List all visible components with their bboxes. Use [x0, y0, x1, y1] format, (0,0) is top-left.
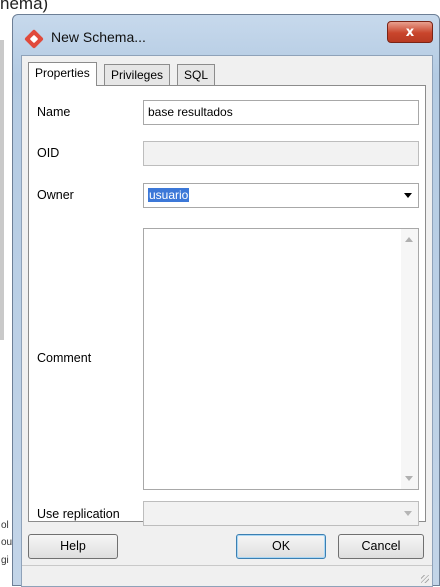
- oid-label: OID: [37, 146, 60, 160]
- use-replication-label: Use replication: [37, 507, 120, 521]
- title-bar: New Schema... x: [13, 15, 439, 55]
- new-schema-dialog: New Schema... x Properties Privileges SQ…: [12, 14, 440, 587]
- cancel-button-label: Cancel: [361, 539, 401, 553]
- tab-label: Privileges: [111, 68, 164, 82]
- scroll-up-arrow-icon[interactable]: [405, 237, 413, 242]
- background-title-fragment: hema): [0, 0, 49, 13]
- help-button[interactable]: Help: [28, 534, 118, 559]
- tab-label: Properties: [35, 66, 90, 80]
- comment-scrollbar[interactable]: [401, 229, 418, 489]
- close-button[interactable]: x: [387, 21, 433, 43]
- cancel-button[interactable]: Cancel: [338, 534, 424, 559]
- status-bar: [22, 565, 432, 586]
- owner-selected-value: usuario: [148, 188, 190, 202]
- ok-button-label: OK: [271, 539, 291, 553]
- owner-label: Owner: [37, 188, 74, 202]
- use-replication-select: [143, 501, 419, 526]
- tab-label: SQL: [184, 68, 209, 82]
- background-text-fragment: ol: [1, 520, 9, 531]
- resize-grip-icon[interactable]: [421, 575, 429, 583]
- tab-sql[interactable]: SQL: [177, 64, 216, 85]
- comment-textarea[interactable]: [143, 228, 419, 490]
- properties-panel: Name base resultados OID Owner usuario C…: [28, 85, 426, 526]
- background-edge: [0, 40, 4, 340]
- tab-privileges[interactable]: Privileges: [104, 64, 171, 85]
- close-icon: x: [405, 25, 415, 40]
- name-label: Name: [37, 105, 71, 119]
- pgadmin-app-icon: [24, 29, 44, 49]
- background-text-fragment: ou: [1, 537, 13, 548]
- name-value: base resultados: [148, 105, 233, 119]
- ok-button[interactable]: OK: [236, 534, 326, 559]
- scroll-down-arrow-icon[interactable]: [405, 476, 413, 481]
- dialog-body: Properties Privileges SQL Name base resu…: [21, 55, 433, 587]
- name-input[interactable]: base resultados: [143, 100, 419, 125]
- background-text-fragment: gi: [1, 555, 9, 566]
- tab-properties[interactable]: Properties: [28, 62, 97, 86]
- owner-select[interactable]: usuario: [143, 183, 419, 208]
- window-title: New Schema...: [51, 29, 146, 45]
- comment-label: Comment: [37, 351, 92, 365]
- chevron-down-icon[interactable]: [404, 193, 412, 198]
- help-button-label: Help: [60, 539, 86, 553]
- oid-input: [143, 141, 419, 166]
- chevron-down-icon: [404, 511, 412, 516]
